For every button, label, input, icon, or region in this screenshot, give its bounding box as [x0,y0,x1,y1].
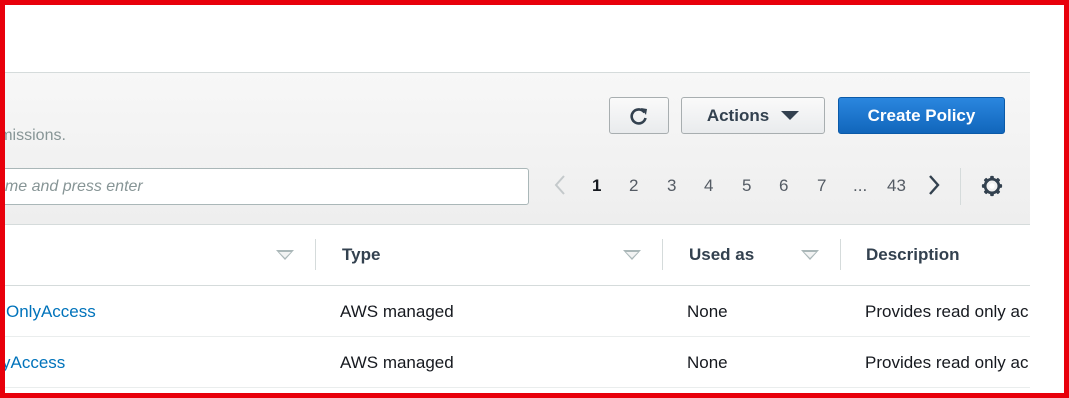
page-ellipsis: ... [853,176,868,195]
column-divider [662,239,663,270]
policy-used-as: None [687,302,728,321]
chevron-left-icon[interactable] [553,173,567,197]
policy-used-as: None [687,353,728,372]
caret-down-icon [781,111,800,120]
policy-description: Provides read only ac [865,353,1029,372]
refresh-button[interactable] [609,97,669,134]
policies-panel: ermissions. Actions Create Policy 1 2 3 … [5,5,1030,393]
page-1[interactable]: 1 [592,176,601,196]
panel-description: ermissions. [5,127,66,144]
page-5[interactable]: 5 [742,176,751,196]
page-43[interactable]: 43 [887,176,906,196]
chevron-right-icon[interactable] [927,173,941,197]
refresh-icon [630,107,647,125]
pager-divider [960,168,961,205]
column-used-as[interactable]: Used as [689,245,754,265]
column-divider [315,239,316,270]
create-policy-button[interactable]: Create Policy [838,97,1005,134]
policy-name-link[interactable]: OnlyAccess [6,302,96,322]
sort-icon[interactable] [801,250,819,260]
sort-icon[interactable] [276,250,294,260]
policy-description: Provides read only ac [865,302,1029,321]
page-4[interactable]: 4 [704,176,713,196]
row-divider [5,387,1030,388]
page-7[interactable]: 7 [817,176,826,196]
row-divider [5,336,1030,337]
policy-type: AWS managed [340,302,454,321]
page-3[interactable]: 3 [667,176,676,196]
column-type[interactable]: Type [342,245,380,265]
actions-button[interactable]: Actions [681,97,825,134]
gear-icon[interactable] [981,175,1003,197]
policy-type: AWS managed [340,353,454,372]
sort-icon[interactable] [623,250,641,260]
column-description[interactable]: Description [866,245,960,265]
policy-name-link[interactable]: yAccess [5,353,65,373]
column-divider [840,239,841,270]
actions-label: Actions [706,105,770,125]
create-policy-label: Create Policy [867,105,976,125]
search-input[interactable] [5,168,529,205]
page-6[interactable]: 6 [779,176,788,196]
page-2[interactable]: 2 [629,176,638,196]
